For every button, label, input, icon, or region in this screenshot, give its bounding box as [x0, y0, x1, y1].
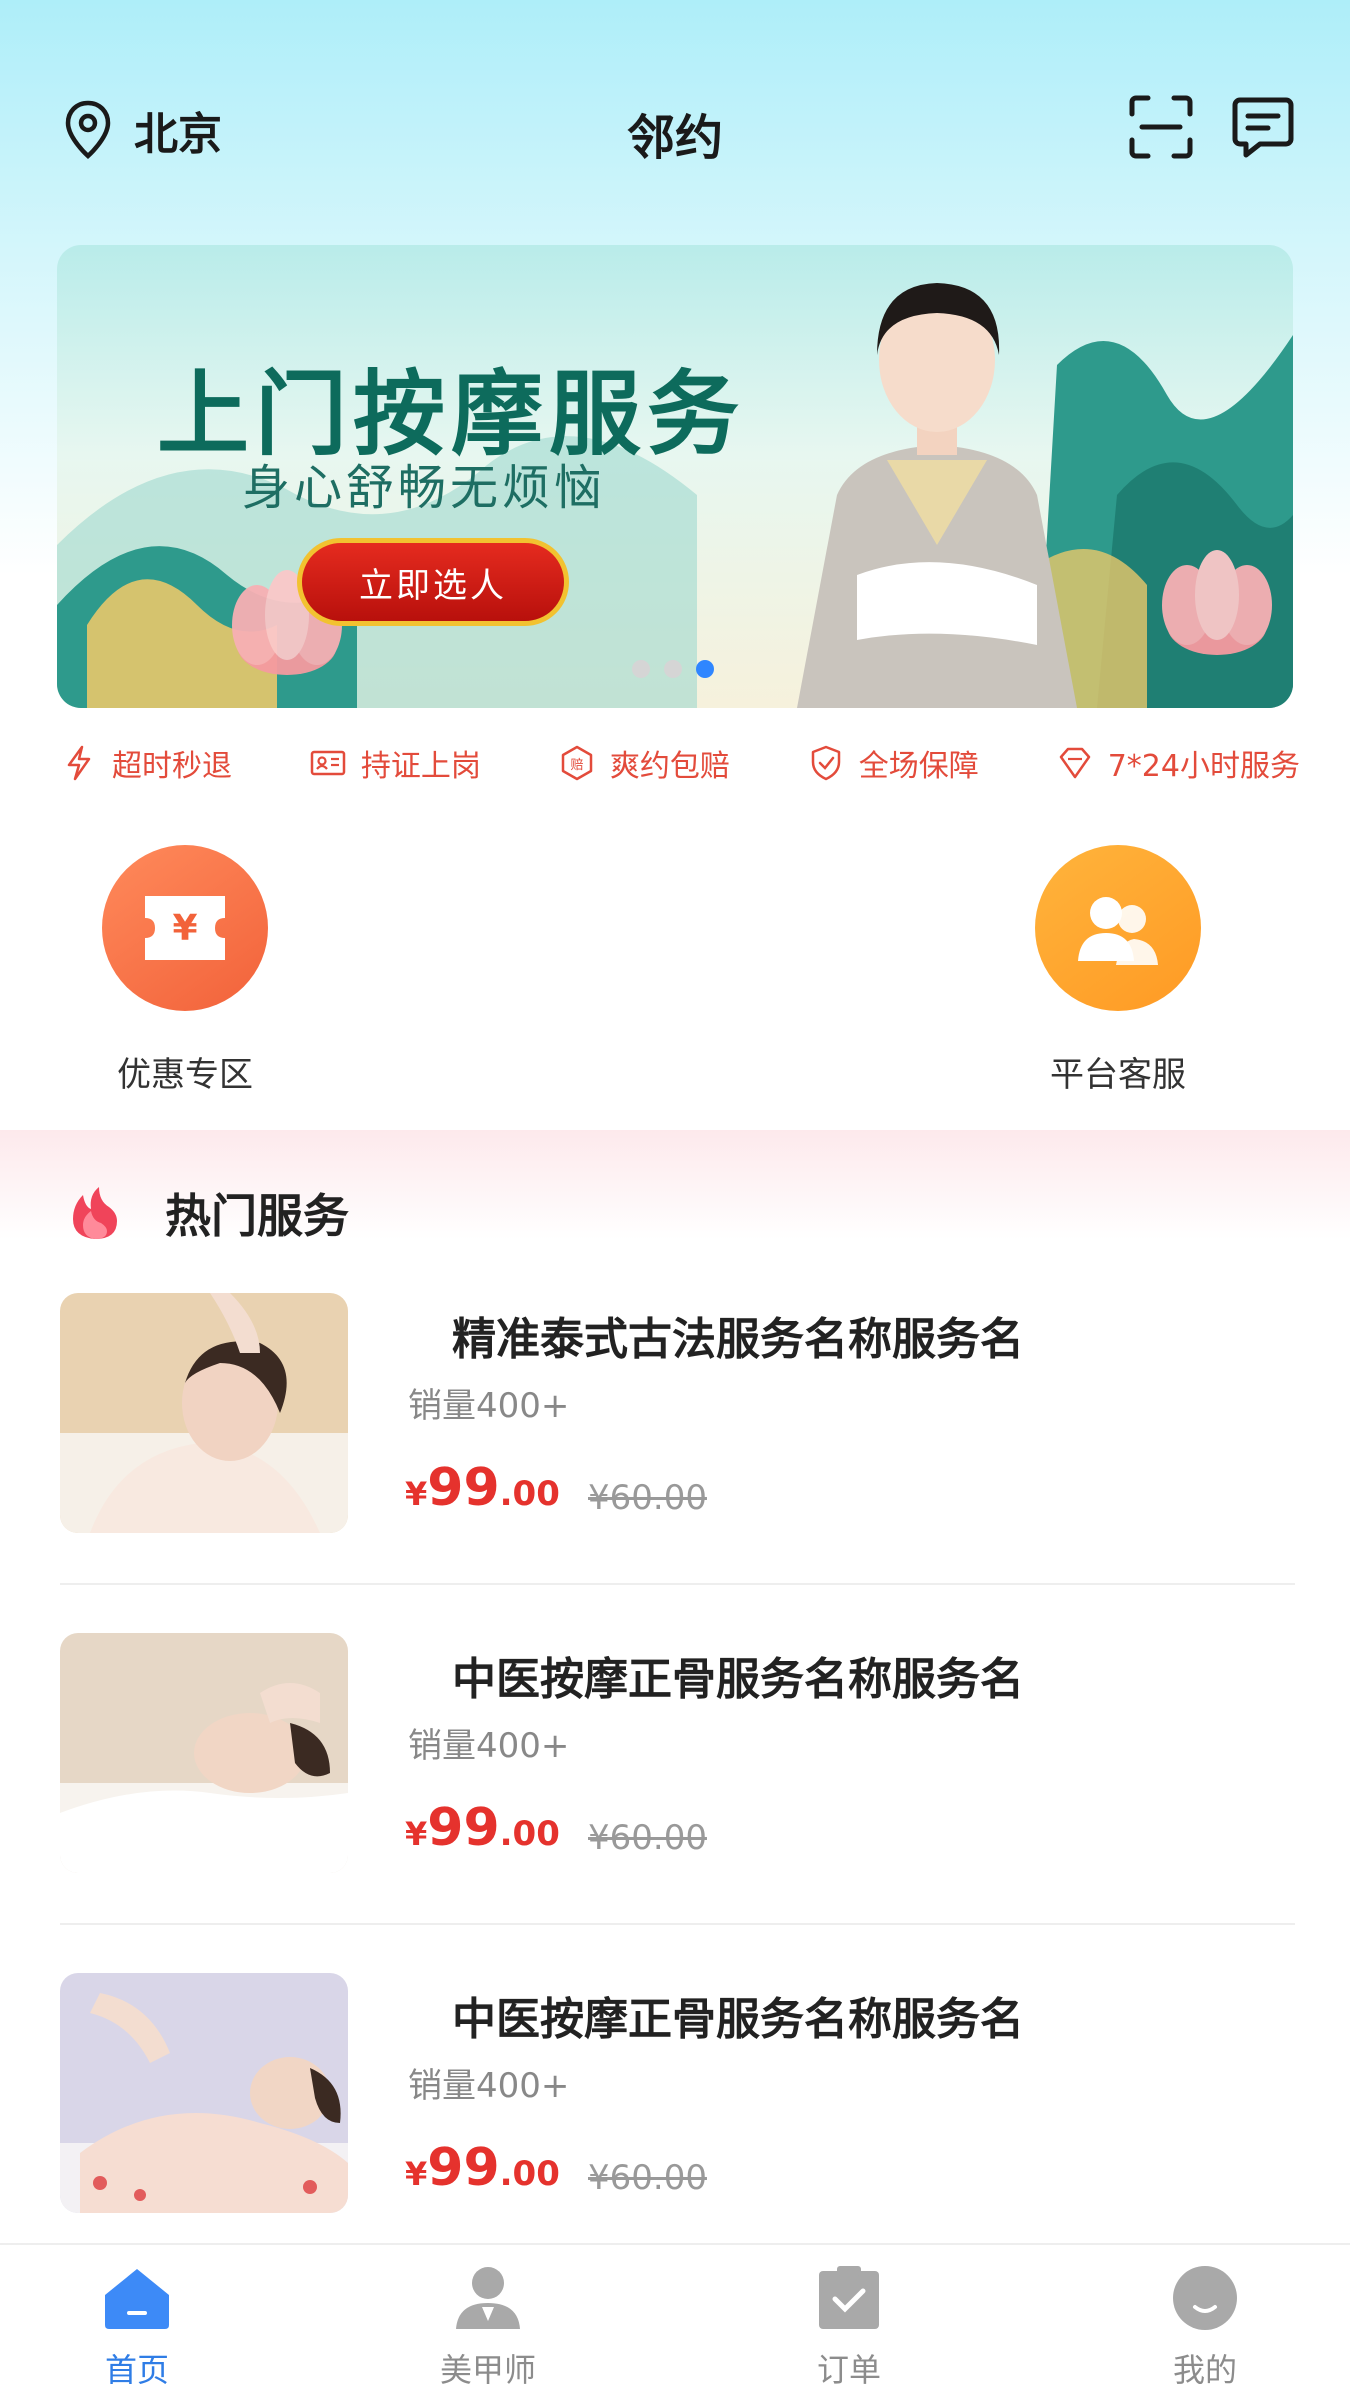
feature-certified: 持证上岗 — [309, 741, 481, 785]
home-screen: 北京 邻约 上门按摩服务 身心舒畅无烦恼 立即选人 超时秒退 持证上岗 赔 爽约… — [0, 0, 1350, 2400]
service-card[interactable]: 精准泰式古法服务名称服务名 销量400+ ¥99.00 ¥60.00 — [60, 1293, 1295, 1553]
tab-orders[interactable]: 订单 — [739, 2263, 959, 2391]
tab-profile[interactable]: 我的 — [1095, 2263, 1315, 2391]
service-thumbnail — [60, 1633, 348, 1873]
service-card[interactable]: 中医按摩正骨服务名称服务名 销量400+ ¥99.00 ¥60.00 — [60, 1973, 1295, 2233]
service-price: ¥99.00 — [405, 2138, 560, 2198]
tab-label: 美甲师 — [439, 2351, 536, 2389]
feature-label: 超时秒退 — [112, 749, 232, 784]
currency-symbol: ¥ — [405, 1475, 428, 1513]
customer-service-button[interactable]: 平台客服 — [1008, 845, 1228, 1096]
service-price: ¥99.00 — [405, 1458, 560, 1518]
currency-symbol: ¥ — [405, 1815, 428, 1853]
flame-icon — [73, 1187, 117, 1239]
svg-text:赔: 赔 — [570, 758, 583, 773]
price-decimal: .00 — [499, 2154, 560, 2194]
feature-label: 爽约包赔 — [609, 749, 730, 784]
coupon-zone-button[interactable]: ¥ 优惠专区 — [75, 845, 295, 1096]
service-sales: 销量400+ — [408, 2066, 570, 2106]
feature-label: 全场保障 — [858, 749, 979, 784]
price-decimal: .00 — [499, 1474, 560, 1514]
service-card[interactable]: 中医按摩正骨服务名称服务名 销量400+ ¥99.00 ¥60.00 — [60, 1633, 1295, 1893]
divider — [60, 1923, 1295, 1925]
service-name: 中医按摩正骨服务名称服务名 — [452, 1654, 1024, 1705]
service-thumbnail — [60, 1293, 348, 1533]
customer-service-label: 平台客服 — [1050, 1055, 1186, 1095]
promo-banner[interactable]: 上门按摩服务 身心舒畅无烦恼 立即选人 — [57, 245, 1293, 708]
feature-label: 持证上岗 — [360, 749, 481, 784]
shield-check-icon — [811, 745, 841, 781]
svg-text:¥: ¥ — [172, 908, 197, 949]
service-price: ¥99.00 — [405, 1798, 560, 1858]
service-name: 中医按摩正骨服务名称服务名 — [452, 1994, 1024, 2045]
choose-therapist-button[interactable]: 立即选人 — [297, 538, 569, 626]
service-sales: 销量400+ — [408, 1386, 570, 1426]
tab-home[interactable]: 首页 — [27, 2263, 247, 2391]
price-integer: 99 — [427, 1798, 500, 1858]
tab-label: 订单 — [816, 2351, 881, 2389]
feature-24h-service: 7*24小时服务 — [1056, 741, 1300, 785]
hot-section-title: 热门服务 — [165, 1189, 349, 1243]
carousel-dot[interactable] — [632, 660, 650, 678]
feature-label: 7*24小时服务 — [1107, 749, 1300, 784]
id-card-icon — [310, 750, 346, 776]
service-name: 精准泰式古法服务名称服务名 — [452, 1314, 1024, 1365]
service-sales: 销量400+ — [408, 1726, 570, 1766]
compensation-icon: 赔 — [561, 745, 593, 781]
feature-compensation: 赔 爽约包赔 — [558, 741, 730, 785]
carousel-indicator — [632, 660, 714, 678]
tab-label: 首页 — [104, 2351, 169, 2389]
home-icon — [105, 2269, 169, 2329]
customer-service-icon — [1035, 845, 1201, 1011]
divider — [60, 1583, 1295, 1585]
feature-full-protection: 全场保障 — [807, 741, 979, 785]
feature-instant-refund: 超时秒退 — [60, 741, 232, 785]
profile-icon — [1173, 2266, 1237, 2330]
carousel-dot-active[interactable] — [696, 660, 714, 678]
price-decimal: .00 — [499, 1814, 560, 1854]
scan-icon[interactable] — [1128, 94, 1194, 160]
price-integer: 99 — [427, 1458, 500, 1518]
therapist-figure — [797, 283, 1077, 708]
banner-subtitle: 身心舒畅无烦恼 — [242, 460, 607, 516]
coupon-icon: ¥ — [102, 845, 268, 1011]
original-price: ¥60.00 — [588, 1478, 707, 1518]
original-price: ¥60.00 — [588, 1818, 707, 1858]
diamond-icon — [1059, 747, 1090, 779]
top-bar: 北京 邻约 — [0, 80, 1350, 180]
lightning-icon — [67, 745, 91, 781]
service-thumbnail — [60, 1973, 348, 2213]
tab-technician[interactable]: 美甲师 — [378, 2263, 598, 2391]
tab-label: 我的 — [1172, 2351, 1237, 2389]
coupon-zone-label: 优惠专区 — [117, 1055, 253, 1095]
original-price: ¥60.00 — [588, 2158, 707, 2198]
bottom-tab-bar: 首页 美甲师 订单 我的 — [0, 2243, 1350, 2400]
person-icon — [456, 2267, 520, 2329]
carousel-dot[interactable] — [664, 660, 682, 678]
price-integer: 99 — [427, 2138, 500, 2198]
hot-section-header: 热门服务 — [65, 1180, 349, 1246]
message-icon[interactable] — [1230, 94, 1296, 160]
order-icon — [819, 2266, 879, 2329]
currency-symbol: ¥ — [405, 2155, 428, 2193]
guarantee-strip: 超时秒退 持证上岗 赔 爽约包赔 全场保障 7*24小时服务 — [60, 738, 1300, 788]
